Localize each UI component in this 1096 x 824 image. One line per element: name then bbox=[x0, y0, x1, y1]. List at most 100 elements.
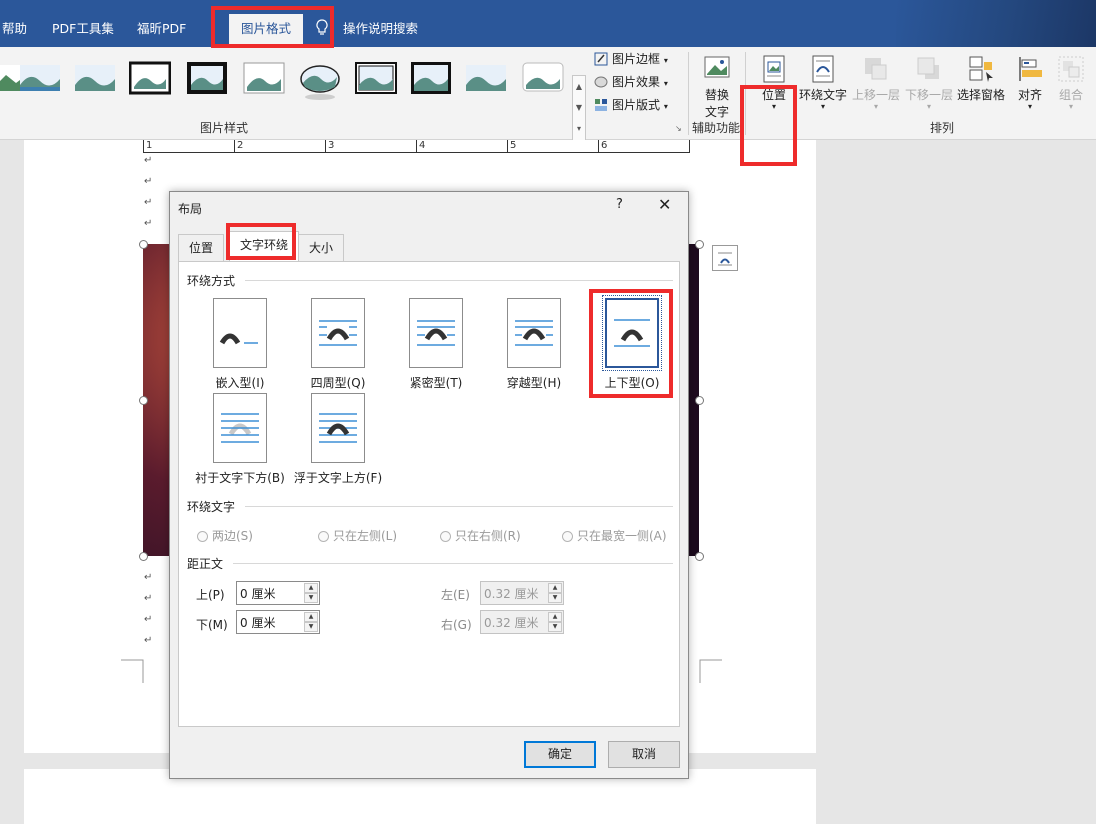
wrap-option-tight[interactable]: 紧密型(T) bbox=[386, 298, 486, 391]
wrap-text-button[interactable]: 环绕文字 ▾ bbox=[797, 52, 849, 116]
ribbon: ▲ ▼ ▾ 图片边框 ▾ 图片效果 ▾ 图片版式 ▾ 图片样式 ↘ 替换 文字 … bbox=[0, 47, 1096, 166]
layout-icon bbox=[594, 97, 608, 111]
style-thumb-9[interactable] bbox=[410, 61, 452, 95]
pen-icon bbox=[594, 51, 608, 66]
radio-circle-icon bbox=[197, 531, 208, 542]
picture-effects-button[interactable]: 图片效果 ▾ bbox=[594, 71, 668, 93]
tab-size[interactable]: 大小 bbox=[298, 234, 345, 261]
position-button[interactable]: 位置 ▾ bbox=[757, 52, 791, 116]
picture-border-button[interactable]: 图片边框 ▾ bbox=[594, 48, 668, 70]
radio-largest-side[interactable]: 只在最宽一侧(A) bbox=[562, 527, 667, 544]
resize-handle[interactable] bbox=[139, 396, 148, 405]
spin-down-icon[interactable]: ▼ bbox=[548, 593, 562, 603]
cancel-button[interactable]: 取消 bbox=[608, 741, 680, 768]
spin-down-icon[interactable]: ▼ bbox=[304, 622, 318, 632]
resize-handle[interactable] bbox=[139, 552, 148, 561]
resize-handle[interactable] bbox=[695, 396, 704, 405]
tab-pdf-tools[interactable]: PDF工具集 bbox=[52, 19, 114, 39]
tab-position[interactable]: 位置 bbox=[178, 234, 225, 261]
resize-handle[interactable] bbox=[139, 240, 148, 249]
right-distance-input[interactable] bbox=[481, 611, 547, 633]
tab-foxit-pdf[interactable]: 福昕PDF bbox=[137, 19, 186, 39]
spin-up-icon[interactable]: ▲ bbox=[548, 583, 562, 593]
spin-up-icon[interactable]: ▲ bbox=[548, 612, 562, 622]
wrap-option-in-front-of-text[interactable]: 浮于文字上方(F) bbox=[288, 393, 388, 486]
selection-pane-button[interactable]: 选择窗格 bbox=[955, 52, 1007, 116]
ok-button[interactable]: 确定 bbox=[524, 741, 596, 768]
gallery-more-icon[interactable]: ▾ bbox=[573, 118, 585, 139]
close-icon[interactable]: ✕ bbox=[658, 195, 671, 214]
wrap-tight-icon bbox=[409, 298, 463, 368]
gallery-down-icon[interactable]: ▼ bbox=[573, 97, 585, 118]
radio-right-only[interactable]: 只在右侧(R) bbox=[440, 527, 521, 544]
align-button[interactable]: 对齐 ▾ bbox=[1012, 52, 1048, 116]
document-table: 1 2 3 4 5 6 bbox=[143, 140, 690, 153]
resize-handle[interactable] bbox=[695, 552, 704, 561]
word-window: 帮助 PDF工具集 福昕PDF 图片格式 操作说明搜索 ▲ ▼ ▾ 图片边框 ▾… bbox=[0, 0, 1096, 824]
help-icon[interactable]: ? bbox=[616, 197, 623, 212]
send-backward-button[interactable]: 下移一层 ▾ bbox=[903, 52, 955, 116]
table-cell[interactable]: 5 bbox=[507, 140, 599, 153]
section-divider bbox=[233, 563, 673, 564]
wrap-option-through[interactable]: 穿越型(H) bbox=[484, 298, 584, 391]
table-cell[interactable]: 3 bbox=[325, 140, 417, 153]
tab-help[interactable]: 帮助 bbox=[2, 19, 27, 39]
spin-down-icon[interactable]: ▼ bbox=[304, 593, 318, 603]
layout-options-icon[interactable] bbox=[712, 245, 738, 271]
wrap-text-label: 环绕文字 bbox=[798, 88, 847, 102]
group-label: 组合 bbox=[1058, 88, 1083, 102]
wrap-option-top-bottom[interactable]: 上下型(O) bbox=[582, 295, 682, 391]
bottom-distance-input[interactable] bbox=[237, 611, 303, 633]
style-thumb-10[interactable] bbox=[466, 61, 508, 95]
wrap-text-icon bbox=[808, 54, 838, 84]
wrap-option-behind-text[interactable]: 衬于文字下方(B) bbox=[190, 393, 290, 486]
tell-me-search[interactable]: 操作说明搜索 bbox=[343, 19, 418, 39]
ribbon-tab-bar: 帮助 PDF工具集 福昕PDF 图片格式 操作说明搜索 bbox=[0, 0, 1096, 47]
send-backward-label: 下移一层 bbox=[904, 88, 953, 102]
style-thumb-3[interactable] bbox=[75, 61, 117, 95]
radio-both-sides[interactable]: 两边(S) bbox=[197, 527, 253, 544]
paragraph-mark-icon: ↵ bbox=[144, 635, 153, 646]
right-distance-spinner[interactable]: ▲ ▼ bbox=[480, 610, 564, 634]
spin-up-icon[interactable]: ▲ bbox=[304, 583, 318, 593]
top-distance-input[interactable] bbox=[237, 582, 303, 604]
left-distance-input[interactable] bbox=[481, 582, 547, 604]
style-thumb-11[interactable] bbox=[522, 61, 564, 95]
top-distance-spinner[interactable]: ▲ ▼ bbox=[236, 581, 320, 605]
table-cell[interactable]: 4 bbox=[416, 140, 508, 153]
dialog-launcher-icon[interactable]: ↘ bbox=[675, 124, 682, 133]
paragraph-mark-icon: ↵ bbox=[144, 593, 153, 604]
spin-down-icon[interactable]: ▼ bbox=[548, 622, 562, 632]
radio-left-only[interactable]: 只在左侧(L) bbox=[318, 527, 397, 544]
gallery-scroll[interactable]: ▲ ▼ ▾ bbox=[572, 75, 586, 141]
gallery-up-icon[interactable]: ▲ bbox=[573, 76, 585, 97]
table-cell[interactable]: 1 bbox=[143, 140, 235, 153]
paragraph-mark-icon: ↵ bbox=[144, 176, 153, 187]
picture-layout-button[interactable]: 图片版式 ▾ bbox=[594, 94, 668, 116]
bring-forward-button[interactable]: 上移一层 ▾ bbox=[850, 52, 902, 116]
table-cell[interactable]: 2 bbox=[234, 140, 326, 153]
selection-pane-icon bbox=[966, 54, 996, 84]
table-cell[interactable]: 6 bbox=[598, 140, 690, 153]
style-thumb-8[interactable] bbox=[355, 61, 397, 95]
wrap-option-inline[interactable]: 嵌入型(I) bbox=[190, 298, 290, 391]
wrap-behind-icon bbox=[213, 393, 267, 463]
radio-circle-icon bbox=[318, 531, 329, 542]
style-thumb-6[interactable] bbox=[243, 61, 285, 95]
style-thumb-2[interactable] bbox=[20, 61, 62, 95]
bottom-distance-spinner[interactable]: ▲ ▼ bbox=[236, 610, 320, 634]
radio-label: 只在最宽一侧(A) bbox=[577, 529, 667, 543]
alt-text-button[interactable]: 替换 文字 bbox=[698, 52, 736, 119]
style-thumb-7[interactable] bbox=[299, 61, 341, 100]
style-thumb-4[interactable] bbox=[129, 61, 171, 95]
resize-handle[interactable] bbox=[695, 240, 704, 249]
spin-up-icon[interactable]: ▲ bbox=[304, 612, 318, 622]
left-distance-spinner[interactable]: ▲ ▼ bbox=[480, 581, 564, 605]
tab-text-wrapping[interactable]: 文字环绕 bbox=[229, 231, 300, 262]
picture-border-label: 图片边框 bbox=[612, 52, 661, 66]
wrap-option-label: 浮于文字上方(F) bbox=[293, 471, 383, 485]
style-thumb-5[interactable] bbox=[186, 61, 228, 95]
wrap-option-square[interactable]: 四周型(Q) bbox=[288, 298, 388, 391]
group-button[interactable]: 组合 ▾ bbox=[1054, 52, 1088, 116]
tab-picture-format[interactable]: 图片格式 bbox=[229, 14, 304, 44]
